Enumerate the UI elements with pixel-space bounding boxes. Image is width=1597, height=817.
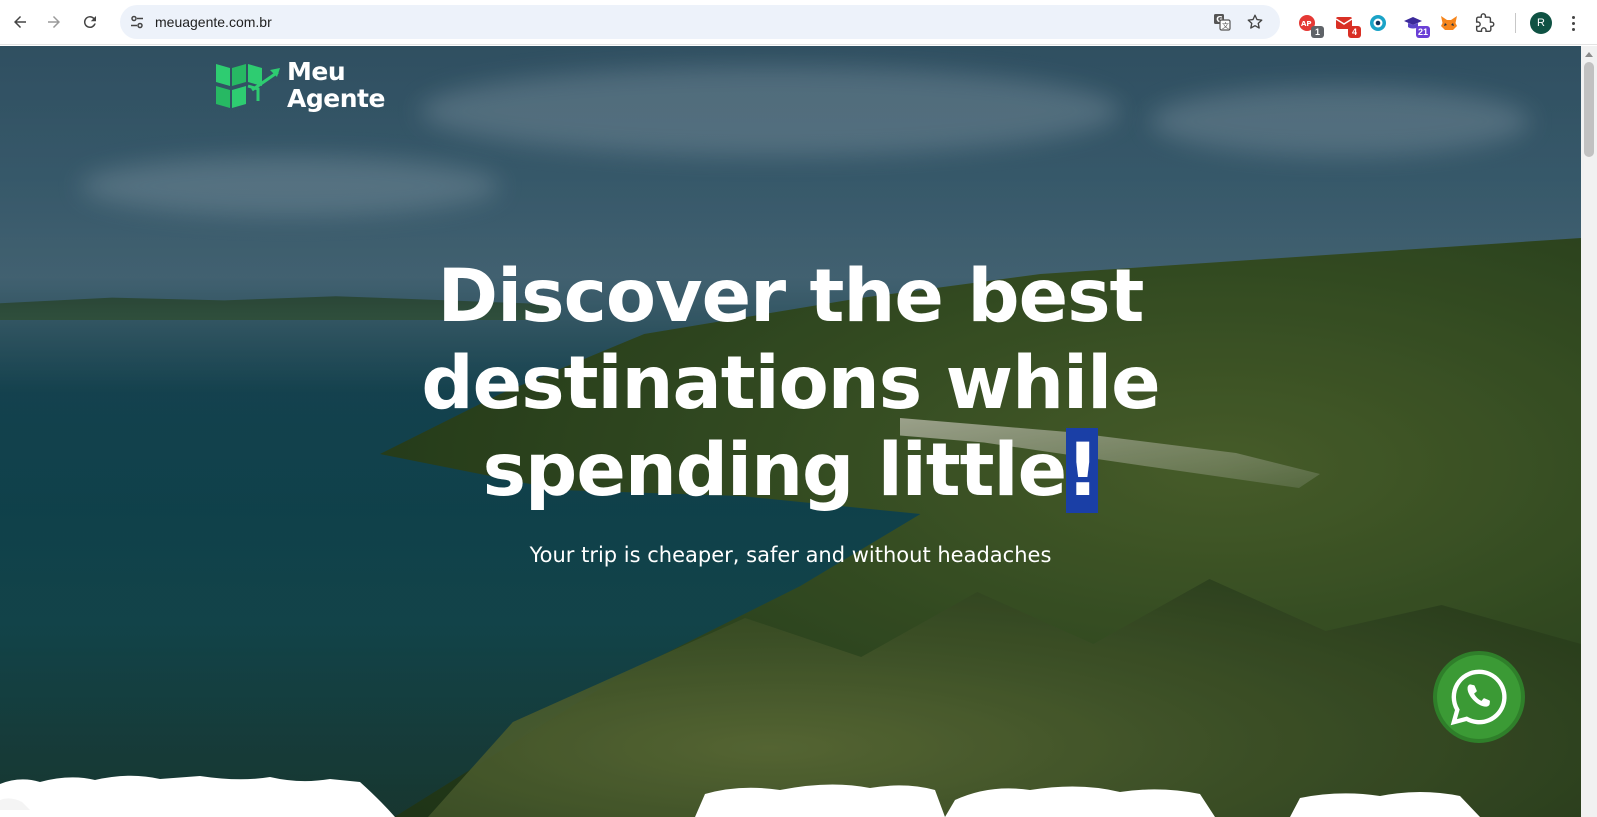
toolbar-divider: [1515, 13, 1516, 33]
whatsapp-icon: [1450, 669, 1507, 726]
graduation-extension-button[interactable]: 21: [1401, 11, 1430, 38]
reload-icon: [83, 16, 96, 29]
headline-line-1: Discover the best: [437, 254, 1145, 339]
browser-menu-button[interactable]: [1566, 12, 1580, 34]
fox-icon: [1441, 16, 1457, 30]
pdf-extension-button[interactable]: AP 1: [1295, 11, 1324, 38]
back-button[interactable]: [7, 9, 33, 35]
arrow-right-icon: [48, 16, 60, 28]
forward-button[interactable]: [41, 9, 67, 35]
whatsapp-button[interactable]: [1433, 651, 1525, 743]
mail-extension-button[interactable]: 4: [1332, 11, 1361, 38]
address-bar[interactable]: meuagente.com.br G 文: [120, 5, 1280, 39]
translate-button[interactable]: G 文: [1211, 11, 1233, 33]
brush-divider: [0, 775, 1480, 817]
logo-text: Meu Agente: [287, 58, 385, 112]
pdf-extension-badge: 1: [1311, 26, 1324, 38]
translate-icon: G 文: [1214, 14, 1231, 31]
scroll-up-arrow[interactable]: [1585, 52, 1593, 57]
headline-line-2: destinations while: [421, 341, 1160, 426]
extensions-menu-button[interactable]: [1473, 11, 1497, 35]
page-viewport: Meu Agente Discover the best destination…: [0, 46, 1581, 817]
star-icon: [1247, 14, 1263, 29]
svg-text:文: 文: [1222, 21, 1229, 30]
graduation-extension-badge: 21: [1415, 26, 1430, 38]
site-logo[interactable]: Meu Agente: [214, 58, 394, 118]
headline-line-3: spending little!: [0, 427, 1581, 514]
selected-text: !: [1066, 428, 1099, 513]
mail-extension-badge: 4: [1348, 26, 1361, 38]
svg-text:AP: AP: [1301, 20, 1312, 28]
hero-headline: Discover the best destinations while spe…: [0, 253, 1581, 514]
reload-button[interactable]: [77, 9, 103, 35]
hero-subtitle: Your trip is cheaper, safer and without …: [529, 543, 1052, 567]
page-scrollbar[interactable]: [1581, 46, 1597, 817]
eye-icon: [1370, 15, 1386, 31]
browser-toolbar: meuagente.com.br G 文 AP 1 4 21 R: [0, 0, 1597, 45]
puzzle-icon: [1475, 13, 1495, 33]
logo-line-2: Agente: [287, 84, 385, 113]
eye-extension-button[interactable]: [1366, 11, 1390, 35]
url-text[interactable]: meuagente.com.br: [155, 14, 272, 30]
tune-icon: [131, 15, 143, 29]
fox-wallet-extension-button[interactable]: [1437, 11, 1461, 35]
scroll-thumb[interactable]: [1584, 62, 1594, 157]
headline-line-3-text: spending little: [482, 428, 1067, 513]
arrow-left-icon: [14, 16, 26, 28]
meu-agente-logo-icon: [216, 64, 280, 108]
bookmark-star-button[interactable]: [1244, 11, 1266, 33]
profile-avatar[interactable]: R: [1530, 12, 1552, 34]
site-info-button[interactable]: [124, 9, 150, 35]
logo-line-1: Meu: [287, 57, 346, 86]
